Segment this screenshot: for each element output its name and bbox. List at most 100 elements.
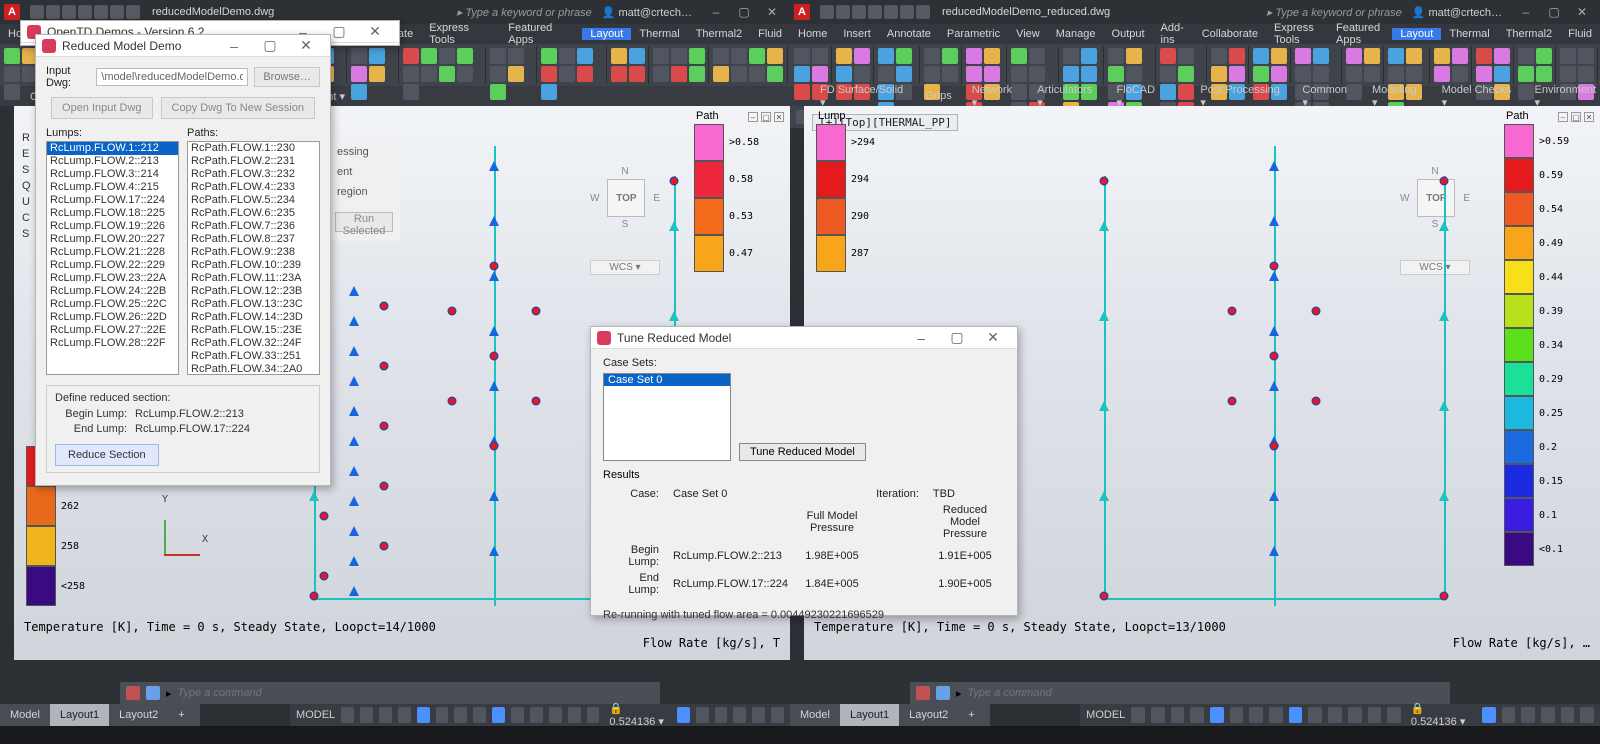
ribbon-tool[interactable] — [403, 66, 419, 82]
panel-label[interactable]: Common ▾ — [1302, 84, 1352, 109]
model-tab[interactable]: Layout1 — [50, 704, 109, 726]
ribbon-tool[interactable] — [4, 48, 20, 64]
panel-label[interactable]: FloCAD ▾ — [1117, 84, 1161, 109]
ribbon-tool[interactable] — [541, 84, 557, 100]
qat-tool[interactable] — [46, 5, 60, 19]
browse-button[interactable]: Browse… — [254, 67, 320, 87]
list-item[interactable]: RcPath.FLOW.3::232 — [188, 168, 319, 181]
ribbon-tool[interactable] — [577, 66, 593, 82]
ribbon-tool[interactable] — [1211, 48, 1227, 64]
model-tabs-right[interactable]: ModelLayout1Layout2+ — [790, 704, 990, 726]
panel-label[interactable]: Post Processing ▾ — [1200, 84, 1282, 109]
model-tab[interactable]: Layout2 — [899, 704, 958, 726]
menu-item[interactable]: Manage — [1048, 28, 1104, 40]
ribbon-tool[interactable] — [836, 48, 852, 64]
ribbon-tool[interactable] — [541, 48, 557, 64]
panel-label[interactable]: FD Surface/Solid ▾ — [820, 84, 905, 109]
list-item[interactable]: RcPath.FLOW.14::23D — [188, 311, 319, 324]
ribbon-tool[interactable] — [1160, 48, 1176, 64]
ribbon-tool[interactable] — [1518, 66, 1534, 82]
ribbon-tool[interactable] — [508, 48, 524, 64]
ribbon-tool[interactable] — [1029, 66, 1045, 82]
ribbon-tool[interactable] — [1406, 48, 1422, 64]
viewcube-right[interactable]: N WTOPE S WCS ▾ — [1400, 166, 1470, 236]
ribbon-tool[interactable] — [1388, 66, 1404, 82]
qat-tool[interactable] — [62, 5, 76, 19]
maximize-button[interactable]: ▢ — [1540, 2, 1568, 22]
ribbon-tool[interactable] — [854, 48, 870, 64]
ribbon-tool[interactable] — [1229, 66, 1245, 82]
list-item[interactable]: RcPath.FLOW.4::233 — [188, 181, 319, 194]
panel-label[interactable]: Grips — [925, 90, 951, 102]
reduced-model-demo-dialog[interactable]: Reduced Model Demo–▢✕ Input Dwg: Browse…… — [35, 34, 331, 486]
ribbon-tool[interactable] — [1364, 48, 1380, 64]
command-input[interactable] — [178, 687, 654, 699]
ribbon-tool[interactable] — [1126, 66, 1142, 82]
qat-tool[interactable] — [900, 5, 914, 19]
menu-item[interactable]: Thermal2 — [1498, 28, 1560, 40]
ribbon-tool[interactable] — [1364, 66, 1380, 82]
menu-item[interactable]: Add-ins — [1153, 22, 1194, 46]
list-item[interactable]: RcPath.FLOW.10::239 — [188, 259, 319, 272]
list-item[interactable]: RcPath.FLOW.9::238 — [188, 246, 319, 259]
copy-dwg-button[interactable]: Copy Dwg To New Session — [161, 97, 315, 119]
ribbon-tool[interactable] — [4, 84, 20, 100]
qat-tool[interactable] — [820, 5, 834, 19]
ribbon-tool[interactable] — [1452, 48, 1468, 64]
menu-item[interactable]: Collaborate — [1194, 28, 1266, 40]
ribbon-tool[interactable] — [731, 66, 747, 82]
ribbon-tool[interactable] — [1476, 66, 1492, 82]
list-item[interactable]: RcPath.FLOW.11::23A — [188, 272, 319, 285]
qat-tool[interactable] — [30, 5, 44, 19]
ribbon-tool[interactable] — [490, 84, 506, 100]
minimize-button[interactable]: – — [702, 2, 730, 22]
ribbon-tool[interactable] — [611, 66, 627, 82]
ribbon-tool[interactable] — [1160, 84, 1176, 100]
ribbon-tool[interactable] — [1434, 66, 1450, 82]
menu-item[interactable]: Insert — [835, 28, 879, 40]
menu-item[interactable]: Thermal — [631, 28, 687, 40]
ribbon-tool[interactable] — [713, 66, 729, 82]
list-item[interactable]: RcLump.FLOW.19::226 — [47, 220, 178, 233]
close-button[interactable]: ✕ — [975, 329, 1011, 346]
ribbon-tool[interactable] — [611, 48, 627, 64]
ribbon-tool[interactable] — [1578, 66, 1594, 82]
close-button[interactable]: ✕ — [288, 37, 324, 54]
ribbon-tool[interactable] — [1178, 84, 1194, 100]
qat-tool[interactable] — [126, 5, 140, 19]
ribbon-tool[interactable] — [1346, 66, 1362, 82]
qat-tool[interactable] — [110, 5, 124, 19]
ribbon-tool[interactable] — [1518, 48, 1534, 64]
ribbon-tool[interactable] — [924, 48, 940, 64]
ribbon-tool[interactable] — [1518, 84, 1534, 100]
ribbon-tool[interactable] — [490, 48, 506, 64]
input-dwg-field[interactable] — [96, 68, 248, 86]
close-button[interactable]: ✕ — [1568, 2, 1596, 22]
list-item[interactable]: RcPath.FLOW.7::236 — [188, 220, 319, 233]
menu-item[interactable]: Layout — [582, 28, 631, 40]
list-item[interactable]: RcPath.FLOW.33::251 — [188, 350, 319, 363]
menu-item[interactable]: Express Tools — [1266, 22, 1328, 46]
list-item[interactable]: RcLump.FLOW.24::22B — [47, 285, 178, 298]
ribbon-tool[interactable] — [629, 48, 645, 64]
ribbon-tool[interactable] — [369, 66, 385, 82]
list-item[interactable]: RcPath.FLOW.32::24F — [188, 337, 319, 350]
cmd-icon[interactable] — [936, 686, 950, 700]
ribbon-tool[interactable] — [369, 48, 385, 64]
command-input[interactable] — [968, 687, 1444, 699]
list-item[interactable]: RcPath.FLOW.1::230 — [188, 142, 319, 155]
ribbon-tool[interactable] — [749, 48, 765, 64]
panel-label[interactable]: Network ▾ — [972, 84, 1018, 109]
search-placeholder[interactable]: ▸ Type a keyword or phrase — [457, 6, 592, 19]
ribbon-tool[interactable] — [1313, 66, 1329, 82]
list-item[interactable]: RcLump.FLOW.1::212 — [47, 142, 178, 155]
ribbon-tool[interactable] — [541, 66, 557, 82]
ribbon-tool[interactable] — [767, 66, 783, 82]
ribbon-tool[interactable] — [1313, 48, 1329, 64]
ribbon-tool[interactable] — [1253, 66, 1269, 82]
ribbon-tool[interactable] — [671, 66, 687, 82]
ribbon-tool[interactable] — [966, 66, 982, 82]
ribbon-tool[interactable] — [942, 48, 958, 64]
minimize-button[interactable]: – — [903, 330, 939, 346]
ribbon-tool[interactable] — [1011, 48, 1027, 64]
